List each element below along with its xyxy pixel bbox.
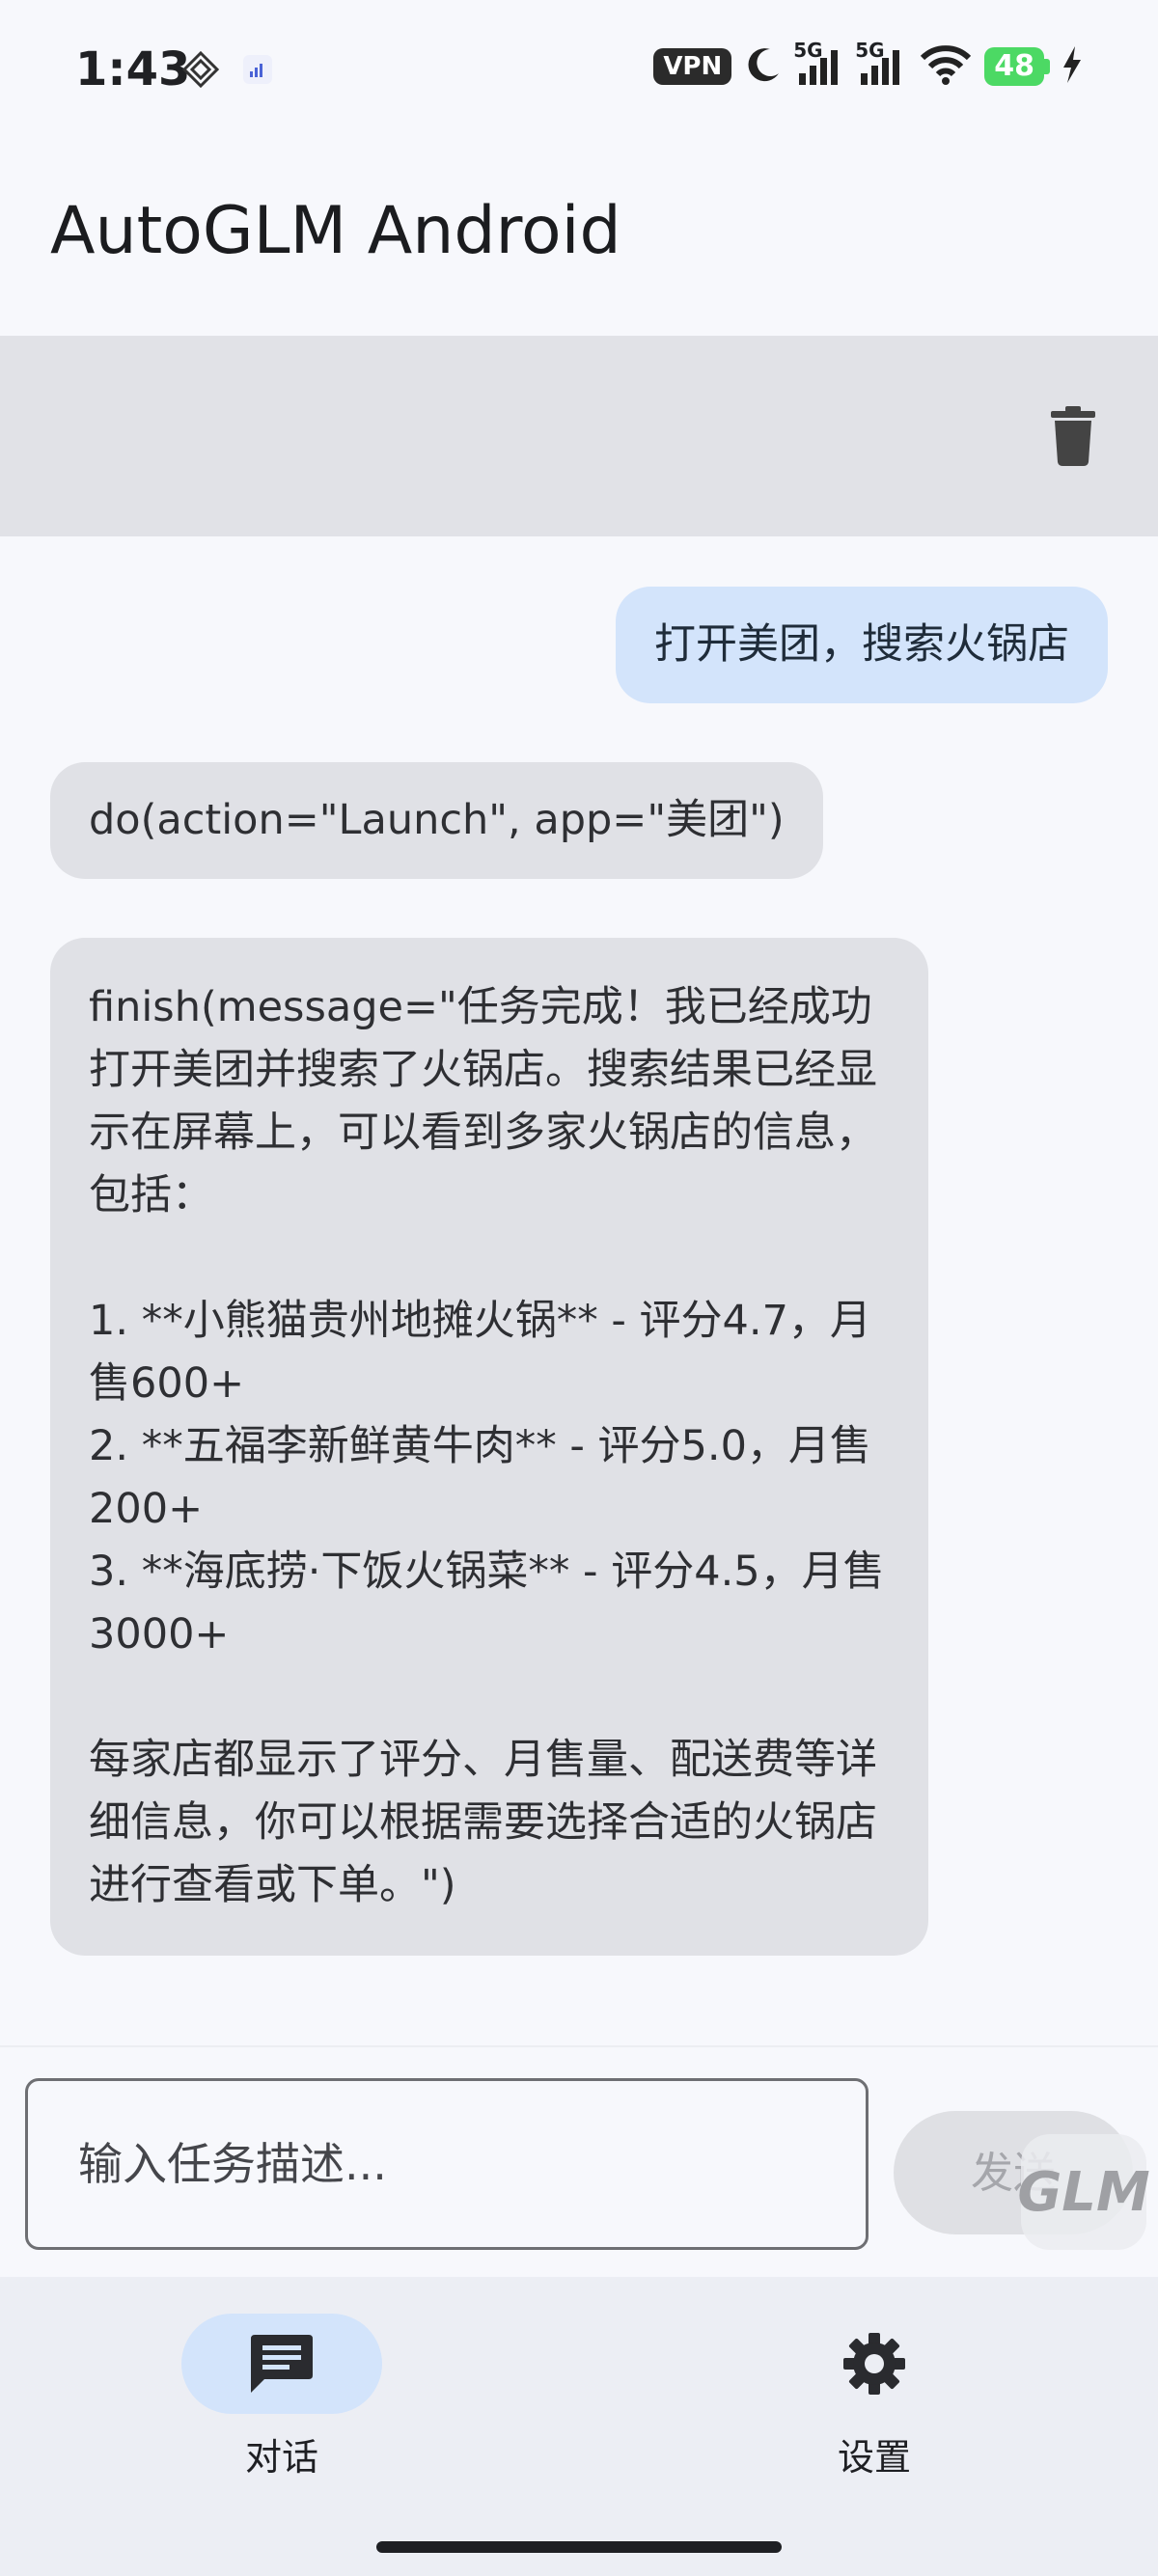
nav-tab-chat-indicator bbox=[181, 2314, 382, 2414]
signal-5g-2: 5G bbox=[855, 39, 907, 87]
task-input[interactable] bbox=[25, 2078, 868, 2250]
nav-tab-settings-label: 设置 bbox=[837, 2436, 911, 2479]
assistant-message-bubble: finish(message="任务完成！我已经成功打开美团并搜索了火锅店。搜索… bbox=[50, 938, 928, 1956]
battery-tip bbox=[1044, 59, 1050, 74]
app-title: AutoGLM Android bbox=[50, 193, 621, 269]
user-message-bubble: 打开美团，搜索火锅店 bbox=[616, 587, 1108, 703]
input-bar: 发送 GLM bbox=[0, 2045, 1158, 2279]
clear-chat-button[interactable] bbox=[1034, 397, 1112, 475]
chat-icon bbox=[251, 2335, 313, 2393]
signal-5g-1: 5G bbox=[793, 39, 845, 87]
nav-tab-chat-label: 对话 bbox=[244, 2436, 318, 2479]
data-activity-icon bbox=[243, 55, 272, 88]
assistant-message-bubble: do(action="Launch", app="美团") bbox=[50, 762, 823, 879]
do-not-disturb-moon-icon bbox=[743, 44, 784, 89]
gesture-navigation-bar[interactable] bbox=[376, 2541, 782, 2553]
glm-floating-logo[interactable]: GLM bbox=[1017, 2134, 1150, 2250]
app-notification-icon bbox=[181, 50, 220, 93]
battery-level: 48 bbox=[984, 47, 1044, 86]
nav-tab-settings[interactable]: 设置 bbox=[758, 2314, 990, 2480]
trash-icon bbox=[1051, 406, 1095, 466]
vpn-badge: VPN bbox=[653, 48, 732, 85]
status-left-icons bbox=[181, 50, 272, 93]
nav-tab-chat[interactable]: 对话 bbox=[166, 2314, 398, 2480]
bottom-navigation: 对话 设置 bbox=[0, 2277, 1158, 2576]
wifi-icon bbox=[919, 44, 973, 89]
charging-bolt-icon bbox=[1062, 46, 1083, 87]
status-time: 1:43 bbox=[75, 42, 191, 96]
chat-message-list[interactable]: 打开美团，搜索火锅店 do(action="Launch", app="美团")… bbox=[0, 536, 1158, 2045]
gear-icon bbox=[843, 2333, 905, 2395]
status-right-icons: VPN 5G 5G 48 bbox=[653, 39, 1083, 89]
status-bar: 1:43 VPN 5G 5G 48 bbox=[0, 0, 1158, 135]
chat-toolbar bbox=[0, 336, 1158, 536]
battery-indicator: 48 bbox=[984, 47, 1050, 86]
nav-tab-settings-indicator bbox=[774, 2314, 975, 2414]
